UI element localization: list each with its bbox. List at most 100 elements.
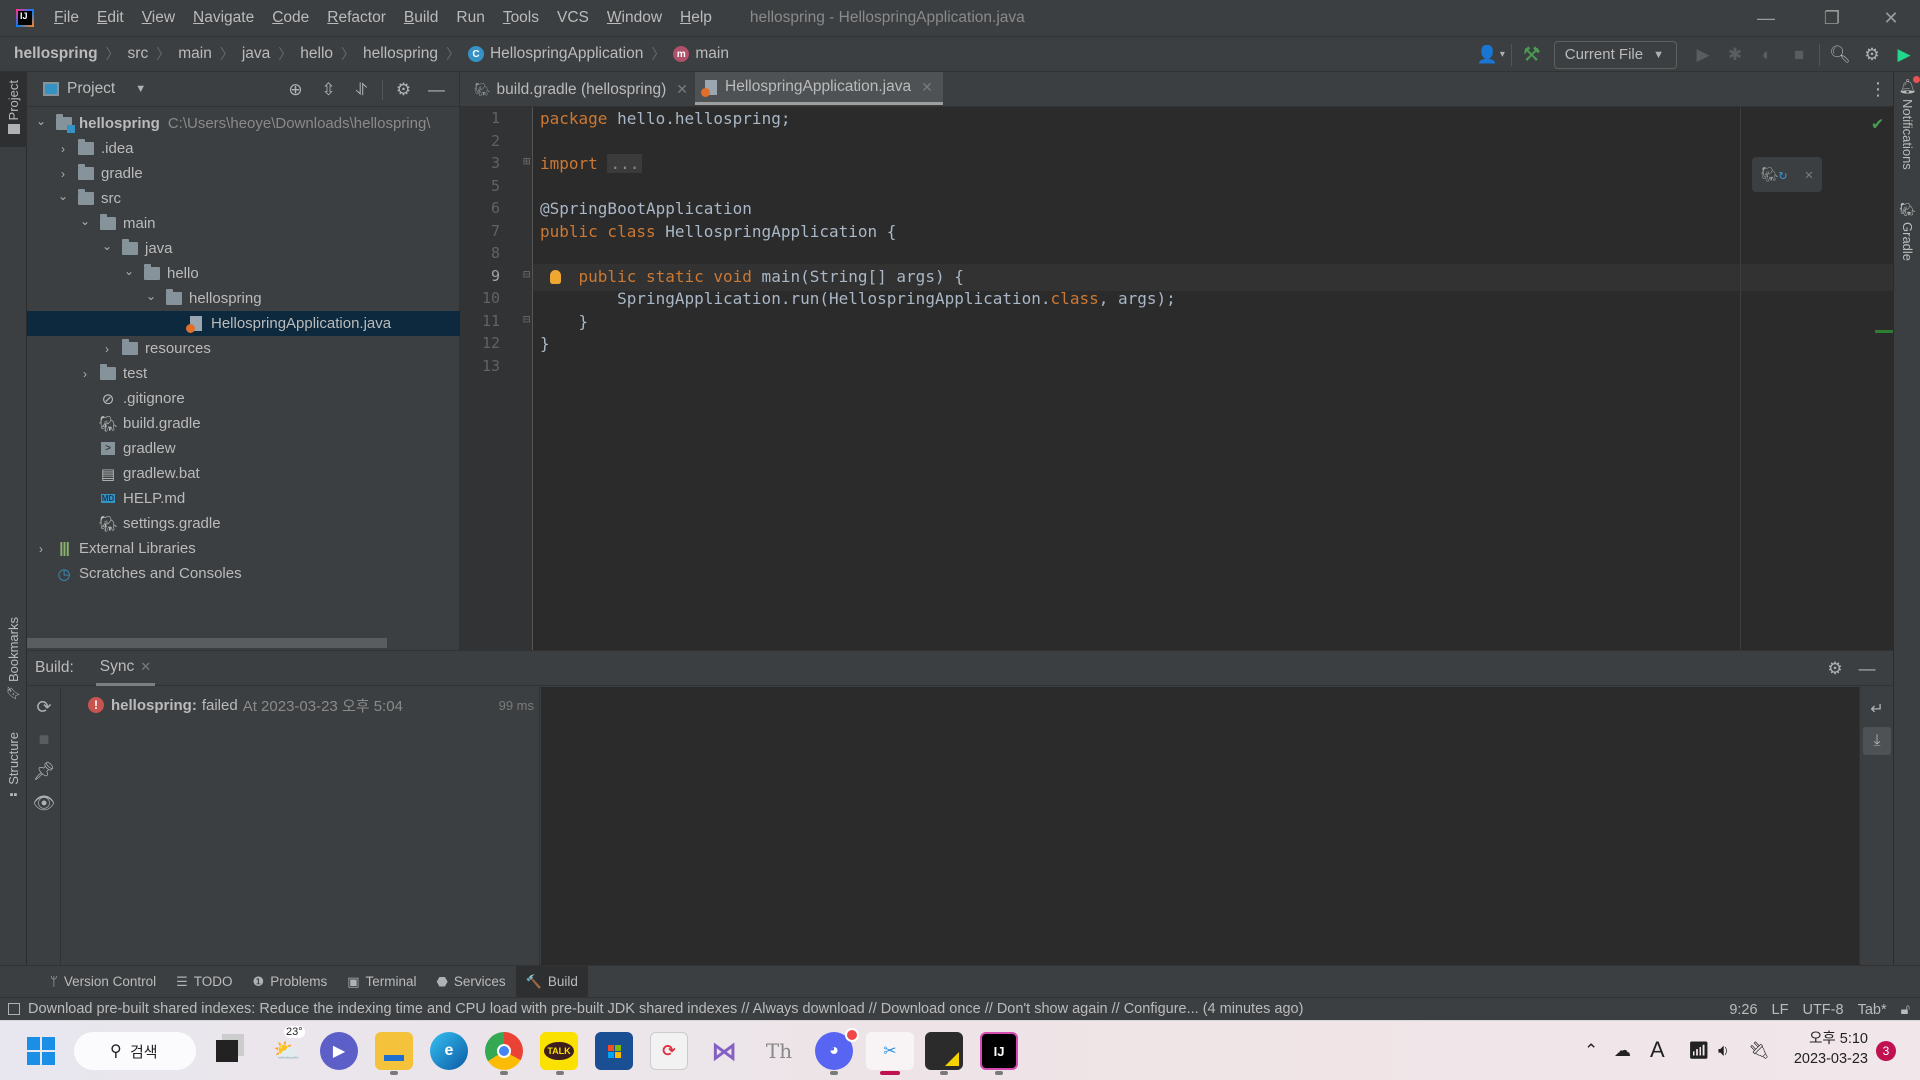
tree-item[interactable]: › gradle [27,161,460,186]
code-line[interactable]: SpringApplication.run(HellospringApplica… [540,289,1176,308]
tab-sync[interactable]: Sync ✕ [95,651,156,686]
menu-edit[interactable]: Edit [97,9,124,27]
toolbox-button[interactable]: ▶ [1888,39,1920,71]
gradle-tool-tab[interactable]: 🐘︎ Gradle [1894,202,1920,261]
view-options-button[interactable]: 👁︎ [27,793,61,814]
tree-item[interactable]: ⌄ hellospring [27,286,460,311]
clock[interactable]: 오후 5:10 2023-03-23 [1794,1029,1868,1069]
chevron-right-icon[interactable]: › [33,542,49,556]
teams-chat-button[interactable]: ▶ [320,1032,358,1070]
chevron-down-icon[interactable]: ⌄ [55,189,71,203]
visual-studio-button[interactable]: ⋈ [705,1032,743,1070]
font-app-button[interactable]: Th [760,1032,798,1070]
edge-button[interactable]: e [430,1032,468,1070]
locate-file-button[interactable]: ⊕ [279,80,312,100]
menu-vcs[interactable]: VCS [557,9,589,27]
tree-item[interactable]: MD HELP.md [27,486,460,511]
restore-button[interactable]: ❐ [1807,0,1857,37]
task-view-button[interactable] [208,1032,246,1070]
sticky-notes-button[interactable] [925,1032,963,1070]
scroll-to-end-button[interactable]: ⤓ [1863,727,1891,755]
run-configuration-dropdown[interactable]: Current File ▼ [1553,40,1677,69]
intention-bulb-icon[interactable] [550,269,561,284]
tree-item[interactable]: ▤ gradlew.bat [27,461,460,486]
chevron-down-icon[interactable]: ⌄ [77,214,93,228]
project-view-selector[interactable]: Project [67,80,115,98]
tree-item[interactable]: ⌄ src [27,186,460,211]
code-line[interactable]: public class HellospringApplication { [540,222,896,241]
chevron-down-icon[interactable]: ▼ [135,83,146,95]
code-line[interactable]: } [540,334,550,353]
breadcrumb-item[interactable]: C HellospringApplication [467,45,643,63]
stop-sync-button[interactable]: ■ [27,729,61,750]
hide-build-panel-button[interactable]: — [1851,659,1883,679]
microsoft-store-button[interactable] [595,1032,633,1070]
chrome-button[interactable] [485,1032,523,1070]
code-line[interactable]: package hello.hellospring; [540,109,790,128]
no-problems-checkmark-icon[interactable]: ✔ [1872,113,1883,134]
onedrive-icon[interactable]: ☁ [1614,1041,1631,1061]
breadcrumb-item[interactable]: hello [300,45,333,63]
menu-tools[interactable]: Tools [503,9,539,27]
tree-item[interactable]: 🐘︎ build.gradle [27,411,460,436]
structure-tool-tab[interactable]: Structure ▪▪ [0,732,27,832]
snipping-tool-button[interactable]: ✂ [866,1032,914,1070]
sync-app-button[interactable]: ⟳ [650,1032,688,1070]
breadcrumb-item[interactable]: src [128,45,149,63]
wifi-icon[interactable]: 📶︎ [1688,1041,1710,1061]
breadcrumb-item[interactable]: m main [673,45,729,63]
fold-marker-icon[interactable]: ⊟ [523,312,530,326]
tool-window-terminal[interactable]: ▣ Terminal [337,966,426,998]
file-explorer-button[interactable] [375,1032,413,1070]
tree-item[interactable]: › resources [27,336,460,361]
breadcrumb-item[interactable]: hellospring [14,45,98,63]
build-project-button[interactable]: ⚒ [1516,39,1548,71]
line-separator[interactable]: LF [1772,1002,1789,1018]
taskbar-search[interactable]: ⚲ 검색 [74,1032,196,1070]
vcs-user-button[interactable]: 👤 ▾ [1475,39,1507,71]
search-everywhere-button[interactable]: 🔍︎ [1824,39,1856,71]
tree-item[interactable]: › test [27,361,460,386]
code-line[interactable]: @SpringBootApplication [540,199,752,218]
code-line[interactable]: public static void main(String[] args) { [540,267,964,286]
menu-run[interactable]: Run [456,9,484,27]
menu-navigate[interactable]: Navigate [193,9,254,27]
menu-window[interactable]: Window [607,9,662,27]
project-tool-tab[interactable]: Project [0,72,27,147]
stop-button[interactable]: ■ [1783,39,1815,71]
tool-window-problems[interactable]: ❶ Problems [243,966,338,998]
tree-item[interactable]: › ||| External Libraries [27,536,460,561]
menu-file[interactable]: File [54,9,79,27]
menu-help[interactable]: Help [680,9,712,27]
tree-item[interactable]: > gradlew [27,436,460,461]
build-console-output[interactable] [541,687,1859,966]
file-encoding[interactable]: UTF-8 [1802,1002,1843,1018]
caret-position[interactable]: 9:26 [1729,1002,1757,1018]
chevron-right-icon[interactable]: › [55,142,71,156]
more-tabs-button[interactable]: ⋮ [1869,72,1887,107]
chevron-down-icon[interactable]: ⌄ [33,114,49,128]
expand-all-button[interactable]: ⇳ [312,80,345,100]
fold-marker-icon[interactable]: ⊟ [523,267,530,281]
close-tab-icon[interactable]: ✕ [921,79,933,96]
breadcrumb-item[interactable]: java [242,45,270,63]
breadcrumb-item[interactable]: main [178,45,212,63]
code-editor[interactable]: 1 2 3 5 6 7 8 9 10 11 12 13 package hello.hellospri… [460,107,1893,650]
tool-window-version-control[interactable]: ᛘ Version Control [40,966,166,998]
tree-item[interactable]: 🐘︎ settings.gradle [27,511,460,536]
collapse-all-button[interactable]: ⥯ [345,80,378,100]
notifications-tool-tab[interactable]: 🔔︎ Notifications [1894,76,1920,170]
resync-button[interactable]: ⟳ [27,697,61,718]
tree-item[interactable]: ⌄ hellospring C:\Users\heoye\Downloads\hel… [27,111,460,136]
battery-charging-icon[interactable]: 🔌︎ [1748,1041,1770,1061]
menu-refactor[interactable]: Refactor [327,9,386,27]
tab-build-gradle[interactable]: 🐘︎ build.gradle (hellospring) ✕ [464,72,698,107]
intellij-button[interactable]: IJ [980,1032,1018,1070]
settings-button[interactable]: ⚙ [1856,39,1888,71]
soft-wrap-button[interactable]: ↵ [1863,695,1891,723]
tab-hellospring-application[interactable]: HellospringApplication.java ✕ [695,72,943,105]
chevron-right-icon[interactable]: › [77,367,93,381]
close-icon[interactable]: ✕ [1805,167,1813,183]
indent-setting[interactable]: Tab* [1858,1002,1887,1018]
menu-view[interactable]: View [142,9,175,27]
